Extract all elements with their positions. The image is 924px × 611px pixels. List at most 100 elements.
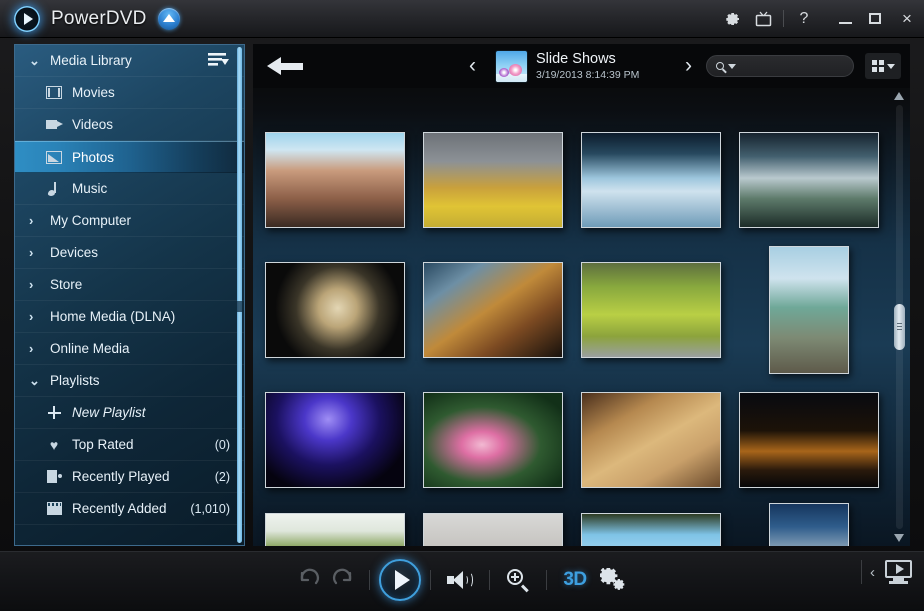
- main-content: ‹ Slide Shows 3/19/2013 8:14:39 PM ›: [253, 44, 910, 546]
- scroll-up-arrow-icon[interactable]: [894, 92, 904, 100]
- play-button[interactable]: [379, 559, 421, 601]
- photo-thumbnail[interactable]: [581, 392, 721, 488]
- sidebar-item-new-playlist[interactable]: New Playlist: [15, 397, 244, 429]
- playback-bar-right: ‹: [861, 560, 914, 584]
- question-mark-icon: ?: [799, 9, 809, 27]
- video-camera-icon: [45, 117, 63, 132]
- photo-thumbnail[interactable]: [739, 392, 879, 488]
- chevron-down-icon[interactable]: [728, 63, 736, 69]
- sidebar-item-store[interactable]: › Store: [15, 269, 244, 301]
- divider: [783, 10, 784, 27]
- playback-controls: 3D: [292, 558, 632, 602]
- view-mode-button[interactable]: [865, 53, 901, 79]
- divider: [861, 560, 862, 584]
- document-music-icon: [45, 469, 63, 484]
- sidebar-item-devices[interactable]: › Devices: [15, 237, 244, 269]
- app-title: PowerDVD: [51, 7, 147, 29]
- photo-thumbnail[interactable]: [581, 262, 721, 358]
- sidebar-item-label: Devices: [50, 245, 99, 260]
- sidebar-item-label: Movies: [72, 85, 115, 100]
- sidebar-item-label: Photos: [72, 149, 115, 165]
- sidebar-scrollbar[interactable]: [237, 47, 242, 543]
- chevron-right-icon: ›: [29, 277, 34, 292]
- chevron-right-icon[interactable]: ›: [685, 55, 692, 76]
- sidebar-item-playlists[interactable]: ⌄ Playlists: [15, 365, 244, 397]
- rotate-right-button[interactable]: [326, 558, 360, 602]
- photo-thumbnail[interactable]: [265, 132, 405, 228]
- sidebar-item-home-media-dlna[interactable]: › Home Media (DLNA): [15, 301, 244, 333]
- gears-icon: [599, 567, 626, 592]
- search-input[interactable]: [706, 55, 854, 77]
- help-button[interactable]: ?: [789, 0, 819, 38]
- sidebar-item-recently-added[interactable]: Recently Added (1,010): [15, 493, 244, 525]
- photo-thumbnail[interactable]: [769, 503, 849, 546]
- sidebar-item-label: Videos: [72, 117, 114, 132]
- photo-thumbnail[interactable]: [265, 262, 405, 358]
- speaker-icon: [447, 571, 473, 589]
- sidebar-item-movies[interactable]: Movies: [15, 77, 244, 109]
- sidebar-item-count: (0): [214, 437, 230, 452]
- close-icon: ×: [902, 9, 912, 28]
- chevron-right-icon: ›: [29, 245, 34, 260]
- plus-icon: [45, 405, 63, 420]
- scrollbar-thumb[interactable]: [237, 301, 242, 312]
- content-header: ‹ Slide Shows 3/19/2013 8:14:39 PM ›: [253, 44, 910, 88]
- powerdvd-window: PowerDVD ? × ⌄ Media Library Movies Vide…: [0, 0, 924, 611]
- heart-icon: ♥: [49, 436, 59, 453]
- photo-thumbnail[interactable]: [265, 392, 405, 488]
- maximize-button[interactable]: [860, 0, 890, 38]
- upgrade-arrow-icon[interactable]: [157, 7, 180, 30]
- photo-thumbnail[interactable]: [423, 513, 563, 546]
- chevron-left-icon[interactable]: ‹: [469, 55, 476, 76]
- photo-thumbnail[interactable]: [739, 132, 879, 228]
- sidebar-item-videos[interactable]: Videos: [15, 109, 244, 141]
- page-title: Slide Shows: [536, 51, 616, 67]
- magnifier-plus-icon: [506, 568, 530, 593]
- photo-thumbnail[interactable]: [769, 246, 849, 374]
- photo-icon: [45, 150, 63, 165]
- sidebar-item-my-computer[interactable]: › My Computer: [15, 205, 244, 237]
- photo-thumbnail[interactable]: [265, 513, 405, 546]
- chevron-down-icon[interactable]: [886, 63, 895, 69]
- minimize-button[interactable]: [830, 0, 860, 38]
- film-reel-icon: [45, 501, 63, 516]
- settings-button[interactable]: [594, 558, 632, 602]
- close-button[interactable]: ×: [890, 0, 924, 38]
- photo-thumbnail[interactable]: [581, 132, 721, 228]
- rotate-counterclockwise-icon: [296, 567, 322, 593]
- tv-screen-icon[interactable]: [884, 560, 914, 584]
- photo-thumbnail[interactable]: [423, 262, 563, 358]
- sidebar-item-label: Top Rated: [72, 437, 134, 452]
- sidebar-item-count: (1,010): [190, 501, 230, 516]
- content-scrollbar[interactable]: [893, 92, 906, 542]
- sidebar-item-online-media[interactable]: › Online Media: [15, 333, 244, 365]
- divider: [489, 570, 490, 590]
- three-d-button[interactable]: 3D: [556, 558, 594, 602]
- sidebar-item-label: Recently Added: [72, 501, 167, 516]
- back-arrow-icon[interactable]: [267, 55, 303, 77]
- photo-thumbnail[interactable]: [423, 392, 563, 488]
- collapse-panel-button[interactable]: ‹: [870, 564, 875, 581]
- photo-thumbnail[interactable]: [423, 132, 563, 228]
- photo-thumbnail[interactable]: [581, 513, 721, 546]
- sort-list-icon[interactable]: [208, 53, 230, 71]
- sidebar-item-recently-played[interactable]: Recently Played (2): [15, 461, 244, 493]
- zoom-button[interactable]: [499, 558, 537, 602]
- search-icon: [716, 62, 724, 70]
- scrollbar-thumb[interactable]: [894, 304, 905, 350]
- film-icon: [45, 85, 63, 100]
- music-note-icon: [45, 181, 63, 196]
- volume-button[interactable]: [440, 558, 480, 602]
- sidebar-item-label: Music: [72, 181, 108, 196]
- rotate-left-button[interactable]: [292, 558, 326, 602]
- sidebar-item-photos[interactable]: Photos: [15, 141, 244, 173]
- scroll-down-arrow-icon[interactable]: [894, 534, 904, 542]
- sidebar-item-top-rated[interactable]: ♥ Top Rated (0): [15, 429, 244, 461]
- sidebar-item-label: Online Media: [50, 341, 130, 356]
- sidebar-item-music[interactable]: Music: [15, 173, 244, 205]
- settings-button[interactable]: [718, 0, 748, 38]
- breadcrumb[interactable]: Slide Shows 3/19/2013 8:14:39 PM: [496, 51, 639, 82]
- photo-grid: [253, 88, 910, 546]
- tv-mode-button[interactable]: [748, 0, 778, 38]
